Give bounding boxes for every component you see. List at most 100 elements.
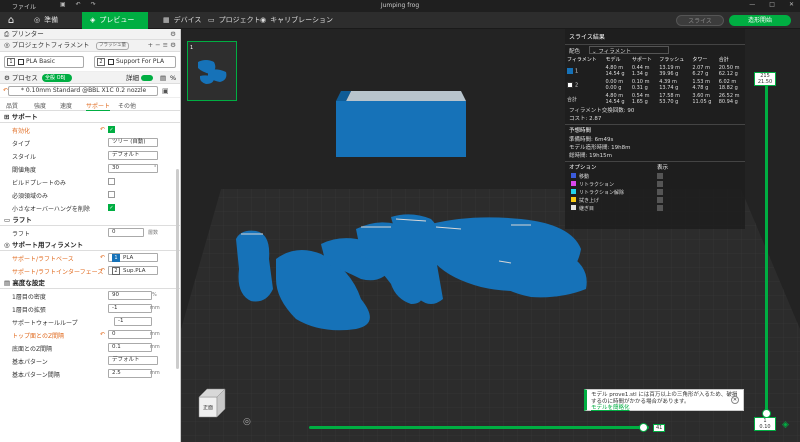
support-type-row: タイプ ツリー (自動) bbox=[0, 136, 180, 149]
close-icon[interactable]: ✕ bbox=[789, 1, 794, 8]
home-icon[interactable]: ⌂ bbox=[4, 14, 18, 27]
support-interface-select[interactable]: 2 Sup.PLA bbox=[108, 266, 158, 275]
close-icon[interactable]: ✕ bbox=[731, 396, 739, 404]
threshold-angle-row: 閾値角度 30 ° bbox=[12, 164, 158, 174]
plate-thumbnail[interactable]: 1 bbox=[187, 41, 237, 101]
tab-quality[interactable]: 品質 bbox=[6, 101, 18, 110]
layer-bottom-label: 1 0.10 bbox=[754, 417, 776, 431]
enable-support-checkbox[interactable]: ✓ bbox=[108, 126, 115, 133]
reset-icon[interactable]: ↶ bbox=[100, 254, 105, 261]
filament-header: ◎ プロジェクトフィラメント フラッシュ量 + − ≡ ⚙ bbox=[0, 40, 180, 52]
advanced-row: 1層目の密度 90 % bbox=[12, 291, 157, 301]
global-object-toggle[interactable]: 全般 OBJ bbox=[42, 74, 72, 82]
move-slider-knob[interactable] bbox=[639, 423, 648, 432]
total-time: 総時間: 19h15m bbox=[569, 153, 612, 159]
maximize-icon[interactable]: □ bbox=[769, 1, 775, 8]
filament-icon: ◎ bbox=[4, 41, 12, 49]
prep-time: 準備時間: 6m49s bbox=[569, 137, 614, 143]
advanced-row: 1層目の拡張 -1 mm bbox=[12, 304, 160, 314]
base-pattern-select[interactable]: デフォルト bbox=[108, 356, 158, 365]
buildplate-only-checkbox[interactable] bbox=[108, 178, 115, 185]
printer-header[interactable]: ⎙ プリンター ⚙ bbox=[0, 29, 180, 40]
flush-volume-button[interactable]: フラッシュ量 bbox=[96, 42, 129, 50]
move-slider-track[interactable] bbox=[309, 426, 649, 429]
raft-layers-row: ラフト 0 層数 bbox=[12, 228, 159, 238]
tab-calibration[interactable]: ◉ キャリブレーション bbox=[252, 12, 341, 29]
save-preset-icon[interactable]: ▣ bbox=[162, 87, 169, 95]
tab-prepare[interactable]: ◎ 準備 bbox=[26, 12, 66, 29]
advanced-label: 詳細 bbox=[126, 74, 139, 82]
enforcers-only-checkbox[interactable] bbox=[108, 191, 115, 198]
process-tabs: 品質 強度 速度 サポート その他 bbox=[0, 98, 180, 111]
option-retraction: リトラクション bbox=[565, 180, 745, 188]
print-button[interactable]: 造形開始 bbox=[729, 15, 791, 26]
bottom-z-distance-input[interactable]: 0.1 bbox=[108, 343, 152, 352]
settings-sidebar: ⎙ プリンター ⚙ ◎ プロジェクトフィラメント フラッシュ量 + − ≡ ⚙ … bbox=[0, 29, 181, 442]
filament-slot-2[interactable]: 2 Support For PLA bbox=[94, 56, 176, 68]
base-pattern-spacing-input[interactable]: 2.5 bbox=[108, 369, 152, 378]
tab-strength[interactable]: 強度 bbox=[34, 101, 46, 110]
process-preset-select[interactable]: * 0.10mm Standard @BBL X1C 0.2 nozzle bbox=[8, 86, 158, 96]
advanced-toggle[interactable] bbox=[141, 75, 153, 81]
move-slider[interactable]: 41 bbox=[309, 423, 666, 432]
color-scheme-select[interactable]: ⌄ フィラメント bbox=[589, 46, 669, 55]
support-style-select[interactable]: デフォルト bbox=[108, 151, 158, 160]
tab-support[interactable]: サポート bbox=[86, 101, 111, 111]
slice-result-panel: スライス結果 配色 ⌄ フィラメント フィラメント モデル サポート フラッシュ… bbox=[565, 29, 745, 229]
filament-actions[interactable]: + − ≡ ⚙ bbox=[148, 40, 176, 51]
show-retraction-checkbox[interactable] bbox=[657, 181, 663, 187]
option-wipe: 拭き上げ bbox=[565, 196, 745, 204]
reset-icon[interactable]: ↶ bbox=[100, 267, 105, 274]
first-layer-density-input[interactable]: 90 bbox=[108, 291, 152, 300]
support-wall-loops-input[interactable]: -1 bbox=[114, 317, 152, 326]
top-z-distance-input[interactable]: 0 bbox=[108, 330, 152, 339]
reset-icon[interactable]: ↶ bbox=[100, 126, 105, 133]
filament-color-swatch bbox=[18, 58, 24, 65]
remove-small-overhang-checkbox[interactable]: ✓ bbox=[108, 204, 115, 211]
tab-others[interactable]: その他 bbox=[118, 101, 136, 110]
table-row: 2 0.00 m 0.00 g 0.10 m 0.31 g 4.39 m 13.… bbox=[565, 78, 745, 92]
threshold-angle-input[interactable]: 30 bbox=[108, 164, 158, 173]
process-icon: ⚙ bbox=[4, 74, 12, 82]
view-cube-label: 正面 bbox=[203, 405, 214, 411]
reset-icon[interactable]: ↶ bbox=[100, 331, 105, 338]
layer-top-label: 215 21.50 bbox=[754, 72, 776, 86]
process-header: ⚙ プロセス 全般 OBJ 詳細 ▤ % bbox=[0, 72, 180, 84]
advanced-group-title: ▤ 高度な設定 bbox=[0, 277, 180, 289]
3d-viewport[interactable]: 1 スライス結果 配色 ⌄ フィラメント フィラメント モデル サポート フラッ… bbox=[181, 29, 800, 442]
minimize-icon[interactable]: — bbox=[749, 1, 755, 8]
support-type-select[interactable]: ツリー (自動) bbox=[108, 138, 158, 147]
view-cube[interactable]: 正面 bbox=[195, 387, 229, 423]
show-travel-checkbox[interactable] bbox=[657, 173, 663, 179]
sidebar-scrollbar[interactable] bbox=[176, 169, 179, 369]
settings-icon[interactable]: ⚙ bbox=[170, 29, 176, 40]
support-base-row: サポート/ラフトベース ↶ 1 PLA bbox=[0, 251, 180, 264]
layers-icon[interactable]: ◈ bbox=[782, 420, 789, 430]
tab-preview[interactable]: ◈ プレビュー bbox=[82, 12, 148, 29]
filament-slot-1[interactable]: 1 PLA Basic bbox=[4, 56, 84, 68]
show-seams-checkbox[interactable] bbox=[657, 205, 663, 211]
first-layer-expansion-input[interactable]: -1 bbox=[108, 304, 152, 313]
layer-slider-track[interactable] bbox=[765, 86, 768, 431]
simplify-notice: モデル prove1.stl には百万以上の三角形が入るため、破損するのに時間が… bbox=[584, 389, 744, 411]
filament-icon: ◎ bbox=[4, 241, 12, 249]
buildplate-only-row: ビルドプレートのみ bbox=[0, 175, 180, 188]
slice-button[interactable]: スライス bbox=[676, 15, 724, 26]
cost: コスト: 2.87 bbox=[569, 116, 602, 122]
simplify-model-link[interactable]: モデルを簡略化 bbox=[591, 405, 630, 411]
show-wipe-checkbox[interactable] bbox=[657, 197, 663, 203]
prime-tower-top bbox=[346, 91, 466, 101]
model-print-time: モデル造形時間: 19h8m bbox=[569, 145, 631, 151]
title-bar: ファイル ▣ ↶ ↷ Jumping frog — □ ✕ bbox=[0, 0, 800, 12]
raft-layers-input[interactable]: 0 bbox=[108, 228, 144, 237]
tab-speed[interactable]: 速度 bbox=[60, 101, 72, 110]
camera-icon[interactable]: ◎ bbox=[243, 417, 251, 427]
percent-icon[interactable]: % bbox=[170, 72, 176, 84]
raft-group-title: ▭ ラフト bbox=[0, 214, 180, 226]
support-base-select[interactable]: 1 PLA bbox=[108, 253, 158, 262]
support-group-title: ⊞ サポート bbox=[0, 111, 180, 123]
layer-slider[interactable]: 215 21.50 1 0.10 bbox=[754, 72, 776, 434]
folder-icon: ▭ bbox=[208, 16, 215, 24]
show-deretraction-checkbox[interactable] bbox=[657, 189, 663, 195]
compare-icon[interactable]: ▤ bbox=[160, 72, 166, 84]
